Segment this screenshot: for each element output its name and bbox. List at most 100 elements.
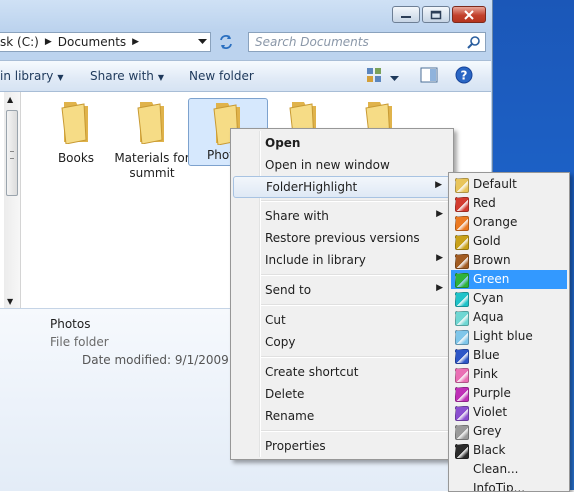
menu-item-create-shortcut[interactable]: Create shortcut xyxy=(233,362,451,384)
menu-item-open[interactable]: Open xyxy=(233,133,451,155)
include-in-library-menu[interactable]: in library ▼ xyxy=(0,69,64,83)
folder-item-materials[interactable]: Materials for summit xyxy=(112,98,192,181)
folder-icon xyxy=(137,102,164,145)
folder-color-swatch-icon xyxy=(455,273,469,288)
color-item-label: Aqua xyxy=(473,310,504,324)
color-item-violet[interactable]: Violet xyxy=(451,403,567,422)
folder-color-swatch-icon xyxy=(455,387,469,402)
menu-item-label: Rename xyxy=(265,409,315,423)
menu-item-copy[interactable]: Copy xyxy=(233,332,451,354)
color-item-aqua[interactable]: Aqua xyxy=(451,308,567,327)
color-item-light-blue[interactable]: Light blue xyxy=(451,327,567,346)
color-item-label: Purple xyxy=(473,386,511,400)
maximize-button[interactable] xyxy=(422,6,450,23)
color-item-grey[interactable]: Grey xyxy=(451,422,567,441)
folder-color-swatch-icon xyxy=(455,197,469,212)
preview-pane-icon xyxy=(420,67,438,83)
color-item-label: Brown xyxy=(473,253,511,267)
search-icon[interactable] xyxy=(467,35,481,49)
preview-pane-button[interactable] xyxy=(420,67,438,86)
folder-item-books[interactable]: Books xyxy=(36,98,116,166)
submenu-arrow-icon: ▶ xyxy=(435,180,442,190)
folder-color-swatch-icon xyxy=(455,425,469,440)
color-item-label: Default xyxy=(473,177,517,191)
scroll-up-arrow[interactable]: ▲ xyxy=(7,95,13,104)
color-item-label: Blue xyxy=(473,348,500,362)
close-button[interactable] xyxy=(452,6,486,23)
menu-separator xyxy=(261,356,449,358)
scroll-thumb[interactable] xyxy=(6,110,18,196)
help-button[interactable]: ? xyxy=(455,66,473,87)
color-item-orange[interactable]: Orange xyxy=(451,213,567,232)
color-item-cyan[interactable]: Cyan xyxy=(451,289,567,308)
details-type: File folder xyxy=(50,335,109,349)
change-view-button[interactable] xyxy=(366,67,384,86)
views-dropdown[interactable] xyxy=(390,71,399,85)
folderhighlight-submenu: Default Red Orange Gold Brown Green Cyan… xyxy=(448,172,570,492)
share-with-menu[interactable]: Share with ▼ xyxy=(90,69,164,83)
address-bar[interactable]: sk (C:) ▶ Documents ▶ xyxy=(0,32,211,52)
color-item-label: Black xyxy=(473,443,506,457)
details-modified: Date modified: 9/1/2009 12: xyxy=(82,353,252,367)
menu-item-clean[interactable]: Clean... xyxy=(451,460,567,479)
folder-color-swatch-icon xyxy=(455,311,469,326)
folder-icon xyxy=(61,102,88,145)
menu-item-infotip[interactable]: InfoTip... xyxy=(451,479,567,492)
folder-color-swatch-icon xyxy=(455,349,469,364)
address-folder[interactable]: Documents xyxy=(58,35,126,49)
menu-item-restore-versions[interactable]: Restore previous versions xyxy=(233,228,451,250)
address-separator-1: ▶ xyxy=(44,37,52,47)
color-item-label: Grey xyxy=(473,424,502,438)
menu-item-rename[interactable]: Rename xyxy=(233,406,451,428)
menu-separator xyxy=(261,430,449,432)
vertical-scrollbar[interactable]: ▲ ▼ xyxy=(4,92,21,308)
menu-item-open-new-window[interactable]: Open in new window xyxy=(233,155,451,177)
color-item-label: Orange xyxy=(473,215,518,229)
search-input[interactable]: Search Documents xyxy=(248,32,486,52)
color-item-purple[interactable]: Purple xyxy=(451,384,567,403)
color-item-green[interactable]: Green xyxy=(451,270,567,289)
menu-item-properties[interactable]: Properties xyxy=(233,436,451,458)
new-folder-label: New folder xyxy=(189,69,254,83)
color-item-brown[interactable]: Brown xyxy=(451,251,567,270)
menu-item-cut[interactable]: Cut xyxy=(233,310,451,332)
views-icon xyxy=(367,68,381,82)
menu-separator xyxy=(261,274,449,276)
folder-color-swatch-icon xyxy=(455,406,469,421)
folder-color-swatch-icon xyxy=(455,216,469,231)
color-item-pink[interactable]: Pink xyxy=(451,365,567,384)
menu-item-label: Properties xyxy=(265,439,326,453)
color-item-blue[interactable]: Blue xyxy=(451,346,567,365)
refresh-button[interactable] xyxy=(213,31,239,53)
chevron-down-icon xyxy=(197,39,207,44)
minimize-button[interactable] xyxy=(392,6,420,23)
submenu-arrow-icon: ▶ xyxy=(436,283,443,293)
folder-color-swatch-icon xyxy=(455,254,469,269)
menu-item-label: InfoTip... xyxy=(473,481,526,492)
menu-item-send-to[interactable]: Send to ▶ xyxy=(233,280,451,302)
color-item-default[interactable]: Default xyxy=(451,175,567,194)
new-folder-button[interactable]: New folder xyxy=(189,69,254,83)
menu-item-label: Delete xyxy=(265,387,305,401)
folder-color-swatch-icon xyxy=(455,330,469,345)
details-name: Photos xyxy=(50,317,91,331)
refresh-icon xyxy=(220,35,232,49)
scroll-down-arrow[interactable]: ▼ xyxy=(7,297,13,306)
menu-item-label: Open xyxy=(265,136,301,150)
menu-item-label: Create shortcut xyxy=(265,365,359,379)
menu-item-include-in-library[interactable]: Include in library ▶ xyxy=(233,250,451,272)
folder-color-swatch-icon xyxy=(455,292,469,307)
menu-item-share-with[interactable]: Share with ▶ xyxy=(233,206,451,228)
color-item-gold[interactable]: Gold xyxy=(451,232,567,251)
menu-item-delete[interactable]: Delete xyxy=(233,384,451,406)
menu-separator xyxy=(261,304,449,306)
help-icon: ? xyxy=(455,66,473,84)
address-prefix: sk (C:) xyxy=(0,35,39,49)
minimize-icon xyxy=(401,15,411,18)
address-dropdown[interactable] xyxy=(193,32,211,52)
color-item-label: Red xyxy=(473,196,496,210)
menu-item-label: Copy xyxy=(265,335,296,349)
menu-item-folderhighlight[interactable]: FolderHighlight ▶ xyxy=(233,176,451,198)
color-item-black[interactable]: Black xyxy=(451,441,567,460)
color-item-red[interactable]: Red xyxy=(451,194,567,213)
